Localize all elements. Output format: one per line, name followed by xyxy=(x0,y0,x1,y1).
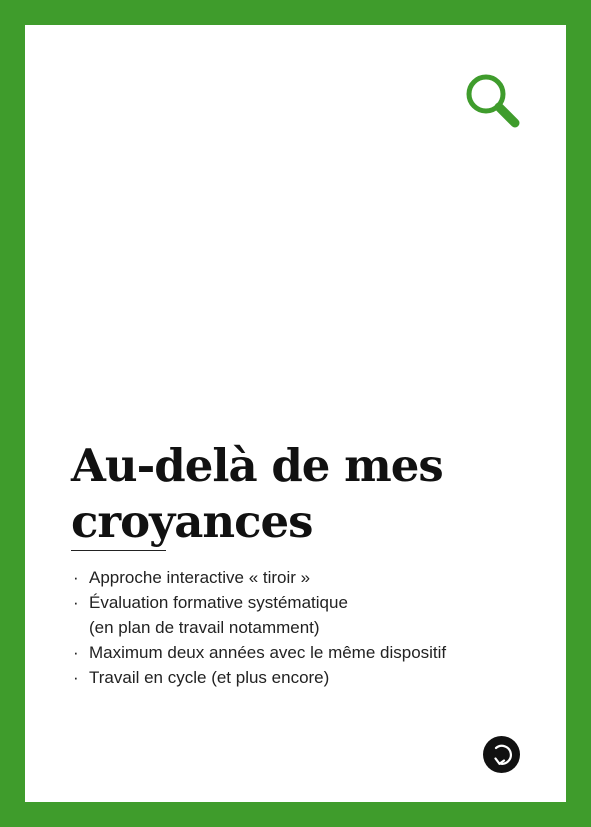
bullet-item: · Travail en cycle (et plus encore) xyxy=(71,665,446,690)
bullet-item: · Évaluation formative systématique (en … xyxy=(71,590,446,640)
bullet-list: · Approche interactive « tiroir » · Éval… xyxy=(71,565,446,690)
bullet-dot: · xyxy=(73,668,79,687)
bullet-dot: · xyxy=(73,593,79,612)
bullet-text: Maximum deux années avec le même disposi… xyxy=(89,643,447,662)
card-title: Au-delà de mes croyances xyxy=(71,438,444,550)
flip-card-button[interactable] xyxy=(483,736,520,773)
search-icon[interactable] xyxy=(462,70,524,132)
card-frame: Au-delà de mes croyances · Approche inte… xyxy=(0,0,591,827)
bullet-dot: · xyxy=(73,643,79,662)
card-title-line-2: croyances xyxy=(71,495,314,548)
bullet-item: · Maximum deux années avec le même dispo… xyxy=(71,640,446,665)
bullet-text-continued: (en plan de travail notamment) xyxy=(89,618,320,637)
bullet-item: · Approche interactive « tiroir » xyxy=(71,565,446,590)
bullet-dot: · xyxy=(73,568,79,587)
bullet-text: Évaluation formative systématique xyxy=(89,593,348,612)
bullet-text: Travail en cycle (et plus encore) xyxy=(89,668,330,687)
card-title-line-1: Au-delà de mes xyxy=(71,439,444,492)
card-content: Au-delà de mes croyances · Approche inte… xyxy=(25,25,566,802)
title-underline xyxy=(71,550,166,551)
bullet-text: Approche interactive « tiroir » xyxy=(89,568,311,587)
flip-card-icon xyxy=(494,744,512,765)
